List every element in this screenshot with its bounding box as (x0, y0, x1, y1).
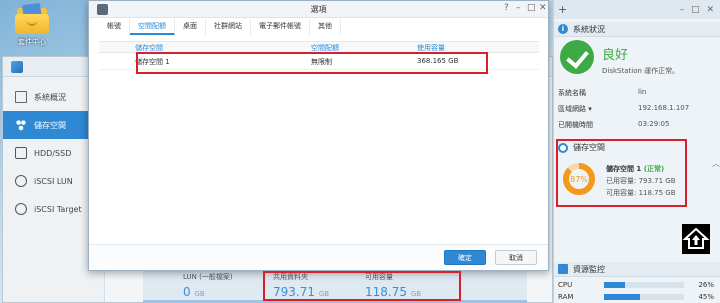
ram-row: RAM 45% (558, 293, 716, 302)
lan-value: 192.168.1.107 (638, 104, 690, 112)
resource-monitor-title: 資源監控 (573, 264, 605, 274)
widget-panel-header: + – □ ✕ (554, 0, 720, 19)
server-name-row: 系統名稱 lin (558, 88, 646, 98)
package-center-shortcut[interactable]: 套件中心 (8, 2, 56, 47)
system-health-title: 系統狀況 (573, 24, 605, 34)
server-name-value: lin (638, 88, 647, 96)
lun-value: 0 GB (183, 285, 205, 299)
resource-monitor-header: 資源監控 (554, 262, 720, 277)
tab-others[interactable]: 其他 (310, 19, 341, 35)
highlight-storage-widget (556, 139, 687, 207)
dialog-footer: 確定 取消 (89, 244, 548, 270)
volume-icon (15, 119, 27, 131)
uptime-row: 已開機時間 03:29:05 (558, 120, 669, 130)
lun-column: LUN (一般檔案) 0 GB (183, 272, 233, 299)
add-widget-icon[interactable]: + (558, 3, 567, 16)
lun-label: LUN (一般檔案) (183, 273, 233, 281)
dialog-titlebar: 選項 ? – □ ✕ (89, 1, 548, 18)
iscsi-target-icon (15, 203, 27, 215)
lan-label: 區域網路 ▾ (558, 105, 592, 113)
help-icon[interactable]: ? (504, 3, 509, 13)
info-icon: i (558, 24, 568, 34)
collapse-icon[interactable]: ︿ (712, 158, 720, 169)
cpu-row: CPU 26% (558, 281, 716, 290)
dialog-title: 選項 (310, 5, 327, 14)
package-center-icon (15, 2, 49, 34)
health-subtitle: DiskStation 運作正常。 (602, 67, 680, 75)
ram-label: RAM (558, 293, 574, 301)
health-ok-icon (560, 40, 594, 74)
tab-desktop[interactable]: 桌面 (175, 19, 206, 35)
health-status: 良好 (602, 48, 629, 63)
ok-button[interactable]: 確定 (444, 250, 486, 265)
close-icon[interactable]: ✕ (539, 3, 547, 13)
storage-manager-logo-icon (11, 60, 23, 73)
sidebar-item-label: HDD/SSD (34, 148, 72, 158)
cpu-bar-fill (604, 282, 625, 288)
tab-email[interactable]: 電子郵件帳號 (251, 19, 310, 35)
system-health-header: i 系統狀況 (554, 22, 720, 37)
uptime-label: 已開機時間 (558, 121, 593, 129)
sidebar-item-label: iSCSI Target (34, 204, 82, 214)
iscsi-lun-icon (15, 175, 27, 187)
lan-row[interactable]: 區域網路 ▾ 192.168.1.107 (558, 104, 689, 114)
cpu-bar (604, 282, 684, 288)
tab-account[interactable]: 帳號 (99, 19, 130, 35)
cpu-percent: 26% (698, 281, 714, 289)
sidebar-item-label: 儲存空間 (34, 120, 66, 130)
ram-bar-fill (604, 294, 640, 300)
package-center-label: 套件中心 (18, 38, 46, 46)
home-upload-icon (682, 227, 710, 249)
uptime-value: 03:29:05 (638, 120, 670, 128)
dialog-tabs: 帳號 空間配額 桌面 社群網站 電子郵件帳號 其他 (99, 19, 341, 35)
tab-social[interactable]: 社群網站 (206, 19, 251, 35)
tab-quota[interactable]: 空間配額 (130, 19, 175, 35)
options-dialog: 選項 ? – □ ✕ 帳號 空間配額 桌面 社群網站 電子郵件帳號 其他 儲存空… (88, 0, 549, 271)
cpu-label: CPU (558, 281, 573, 289)
panel-window-controls[interactable]: – □ ✕ (680, 5, 716, 15)
ram-percent: 45% (698, 293, 714, 301)
server-name-label: 系統名稱 (558, 89, 586, 97)
highlight-usage-summary (263, 271, 461, 301)
home-upload-button[interactable] (682, 224, 710, 254)
ram-bar (604, 294, 684, 300)
disk-icon (15, 147, 27, 159)
highlight-quota-row (136, 52, 488, 74)
resource-monitor-icon (558, 264, 568, 274)
maximize-icon[interactable]: □ (527, 3, 536, 13)
overview-icon (15, 91, 27, 103)
minimize-icon[interactable]: – (516, 3, 521, 13)
sidebar-item-label: iSCSI LUN (34, 176, 73, 186)
sidebar-item-label: 系統概況 (34, 92, 66, 102)
cancel-button[interactable]: 取消 (495, 250, 537, 265)
